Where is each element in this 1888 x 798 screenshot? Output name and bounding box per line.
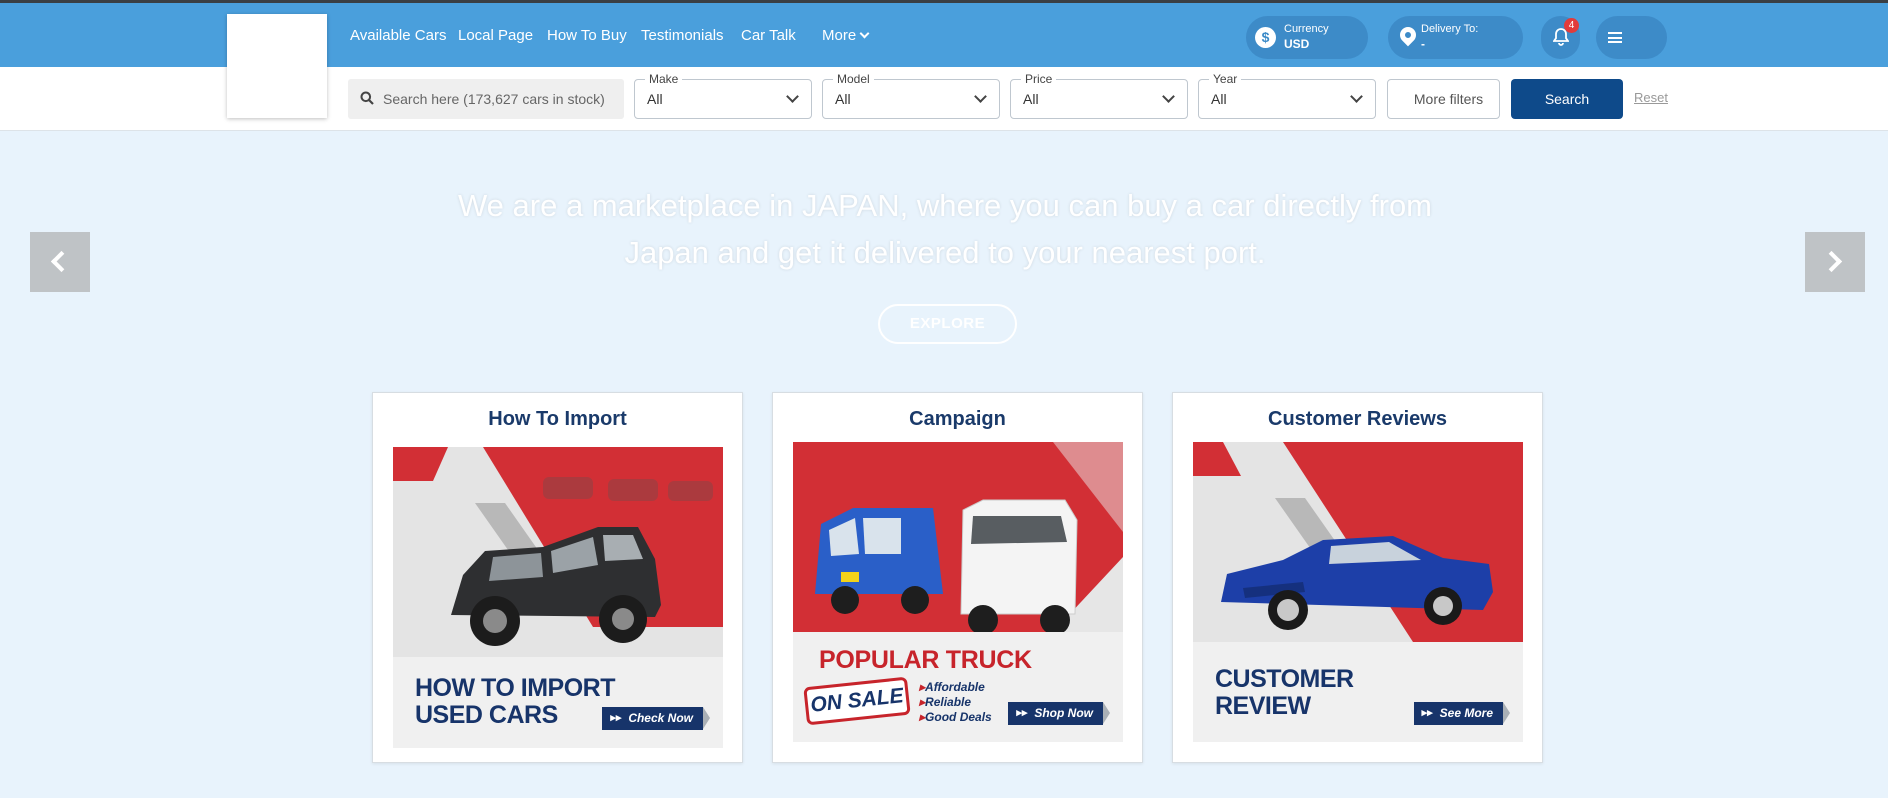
notifications-button[interactable]: 4 [1541, 16, 1580, 59]
card-title: Customer Reviews [1268, 408, 1447, 430]
chevron-down-icon [974, 90, 987, 103]
currency-value: USD [1284, 37, 1310, 51]
delivery-value: - [1421, 37, 1425, 51]
currency-label: Currency [1284, 23, 1329, 35]
year-select[interactable]: Year All [1198, 72, 1376, 119]
nav-link-local-page[interactable]: Local Page [458, 27, 533, 44]
nav-link-car-talk[interactable]: Car Talk [741, 27, 796, 44]
card-banner-image[interactable]: POPULAR TRUCK ON SALE Affordable Reliabl… [793, 442, 1123, 742]
banner-headline: POPULAR TRUCK [819, 646, 1032, 674]
delivery-label: Delivery To: [1421, 23, 1479, 35]
dollar-icon: $ [1255, 27, 1276, 48]
search-icon [360, 91, 374, 105]
bullet-item: Affordable [919, 680, 992, 695]
explore-button[interactable]: EXPLORE [878, 304, 1017, 344]
hero-tagline: We are a marketplace in JAPAN, where you… [457, 188, 1433, 270]
main-menu-button[interactable] [1596, 16, 1667, 59]
card-title: How To Import [488, 408, 627, 430]
chevron-down-icon [786, 90, 799, 103]
card-title: Campaign [909, 408, 1006, 430]
make-value: All [647, 91, 663, 107]
campaign-bullets: Affordable Reliable Good Deals [919, 680, 992, 725]
model-value: All [835, 91, 851, 107]
reset-link[interactable]: Reset [1634, 90, 1668, 105]
model-select[interactable]: Model All [822, 72, 1000, 119]
card-banner-image[interactable]: HOW TO IMPORTUSED CARS Check Now [393, 447, 723, 748]
chevron-left-icon [50, 250, 73, 273]
make-label: Make [645, 72, 683, 86]
chevron-right-icon [1820, 250, 1843, 273]
bullet-item: Good Deals [919, 710, 992, 725]
price-select[interactable]: Price All [1010, 72, 1188, 119]
currency-selector[interactable]: $ Currency USD [1246, 16, 1368, 59]
banner-headline: HOW TO IMPORT USED CARS [415, 674, 615, 729]
banner-headline: CUSTOMER REVIEW [1215, 665, 1354, 720]
nav-more-label: More [822, 27, 857, 44]
see-more-button[interactable]: See More [1413, 702, 1511, 725]
site-logo[interactable] [227, 14, 327, 118]
card-customer-reviews[interactable]: Customer Reviews CUSTOMERREVIEW See More [1172, 392, 1543, 763]
shop-now-button[interactable]: Shop Now [1008, 702, 1110, 725]
card-banner-image[interactable]: CUSTOMERREVIEW See More [1193, 442, 1523, 742]
location-pin-icon [1396, 23, 1420, 47]
nav-more-menu[interactable]: More [822, 27, 870, 44]
search-box [348, 79, 624, 119]
year-label: Year [1209, 72, 1242, 86]
chevron-down-icon [1162, 90, 1175, 103]
carousel-prev-button[interactable] [30, 232, 90, 292]
card-how-to-import[interactable]: How To Import HOW TO IMPORTUSED CARS Che… [372, 392, 743, 763]
nav-link-available-cars[interactable]: Available Cars [350, 27, 446, 44]
search-button[interactable]: Search [1511, 79, 1623, 119]
more-filters-button[interactable]: More filters [1387, 79, 1500, 119]
model-label: Model [833, 72, 874, 86]
carousel-next-button[interactable] [1805, 232, 1865, 292]
delivery-selector[interactable]: Delivery To: - [1388, 16, 1523, 59]
bullet-item: Reliable [919, 695, 992, 710]
make-select[interactable]: Make All [634, 72, 812, 119]
check-now-button[interactable]: Check Now [602, 707, 710, 730]
notification-count-badge: 4 [1564, 18, 1579, 33]
search-input[interactable] [383, 79, 618, 119]
chevron-down-icon [1350, 90, 1363, 103]
chevron-down-icon [859, 28, 870, 39]
hamburger-menu-icon [1608, 32, 1622, 43]
nav-link-testimonials[interactable]: Testimonials [641, 27, 724, 44]
year-value: All [1211, 91, 1227, 107]
price-label: Price [1021, 72, 1057, 86]
price-value: All [1023, 91, 1039, 107]
card-campaign[interactable]: Campaign POPULAR TRUCK ON SALE Affordabl… [772, 392, 1143, 763]
nav-link-how-to-buy[interactable]: How To Buy [547, 27, 627, 44]
